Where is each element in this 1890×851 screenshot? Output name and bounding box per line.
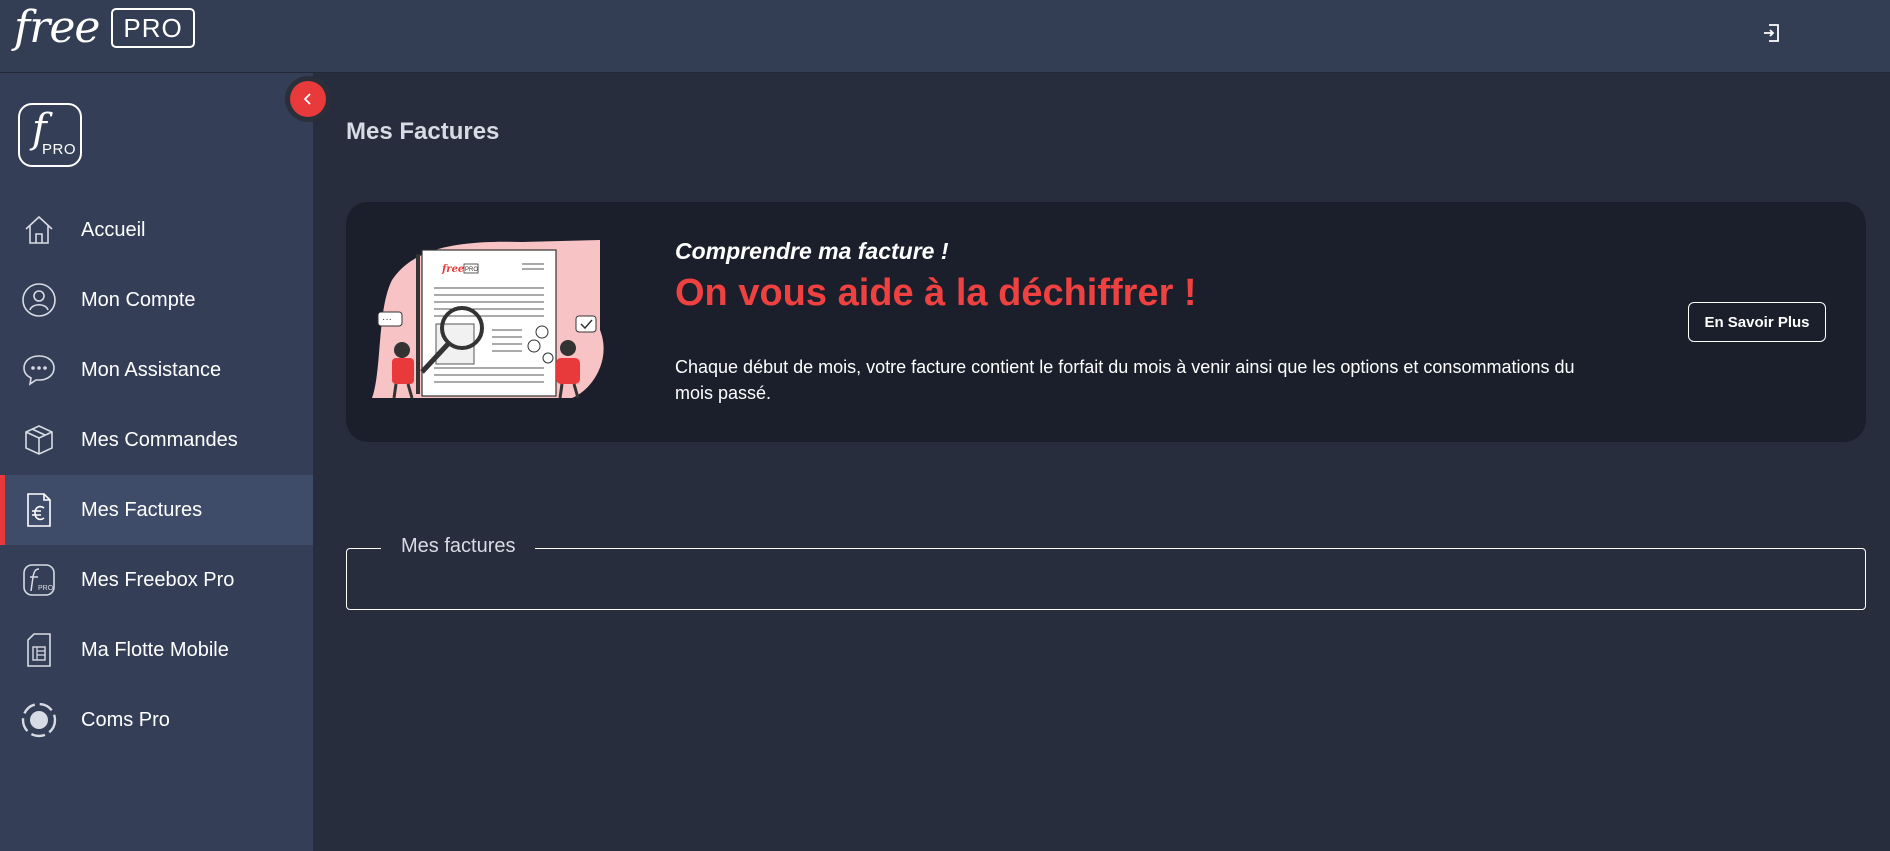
chat-icon: [20, 351, 58, 389]
side-logo-badge: PRO: [42, 141, 77, 158]
invoice-euro-icon: [20, 491, 58, 529]
chevron-left-icon: [303, 93, 311, 105]
logout-icon: [1764, 24, 1779, 42]
home-icon: [20, 211, 58, 249]
factures-section-legend: Mes factures: [381, 535, 536, 558]
banner-description: Chaque début de mois, votre facture cont…: [675, 357, 1575, 403]
sidebar: f PRO Accueil Mon Compte Mon Assistance …: [0, 73, 313, 851]
sidebar-item-label: Mes Commandes: [81, 428, 238, 451]
help-banner: free PRO ··· Comprendre ma facture ! On …: [346, 202, 1866, 442]
invoice-illustration: free PRO ···: [372, 240, 604, 400]
free-pro-logo[interactable]: free PRO: [14, 4, 195, 52]
sidebar-collapse-button[interactable]: [285, 76, 331, 122]
top-bar: free PRO: [0, 0, 1890, 73]
sidebar-item-mes-factures[interactable]: Mes Factures: [0, 475, 313, 545]
en-savoir-plus-button[interactable]: En Savoir Plus: [1688, 302, 1826, 342]
sidebar-item-mes-freebox-pro[interactable]: PRO Mes Freebox Pro: [0, 545, 313, 615]
sidebar-item-label: Accueil: [81, 218, 146, 241]
freebox-pro-icon: PRO: [20, 561, 58, 599]
svg-text:PRO: PRO: [38, 585, 54, 592]
sim-card-icon: [20, 631, 58, 669]
sidebar-item-label: Coms Pro: [81, 708, 170, 731]
banner-title: On vous aide à la déchiffrer !: [675, 272, 1197, 314]
sidebar-item-label: Mes Freebox Pro: [81, 568, 235, 591]
sidebar-item-label: Ma Flotte Mobile: [81, 638, 229, 661]
svg-text:···: ···: [382, 314, 392, 325]
logo-word: free: [14, 2, 100, 53]
logo-badge: PRO: [111, 8, 195, 48]
logout-button[interactable]: [1759, 20, 1785, 46]
sidebar-item-accueil[interactable]: Accueil: [0, 195, 313, 265]
collapse-button-circle: [290, 81, 326, 117]
coms-pro-icon: [20, 701, 58, 739]
sidebar-item-mes-commandes[interactable]: Mes Commandes: [0, 405, 313, 475]
banner-subtitle: Comprendre ma facture !: [675, 238, 949, 264]
sidebar-item-label: Mon Compte: [81, 288, 196, 311]
sidebar-freebox-logo: f PRO: [18, 103, 82, 167]
sidebar-item-label: Mon Assistance: [81, 358, 222, 381]
page-title: Mes Factures: [346, 118, 500, 145]
sidebar-item-label: Mes Factures: [81, 498, 203, 521]
illustration-brand: free: [441, 264, 464, 275]
package-icon: [20, 421, 58, 459]
sidebar-item-mon-assistance[interactable]: Mon Assistance: [0, 335, 313, 405]
factures-section: Mes factures: [346, 535, 1866, 610]
sidebar-item-coms-pro[interactable]: Coms Pro: [0, 685, 313, 755]
sidebar-item-mon-compte[interactable]: Mon Compte: [0, 265, 313, 335]
illustration-badge: PRO: [465, 267, 478, 273]
sidebar-item-ma-flotte-mobile[interactable]: Ma Flotte Mobile: [0, 615, 313, 685]
user-icon: [20, 281, 58, 319]
